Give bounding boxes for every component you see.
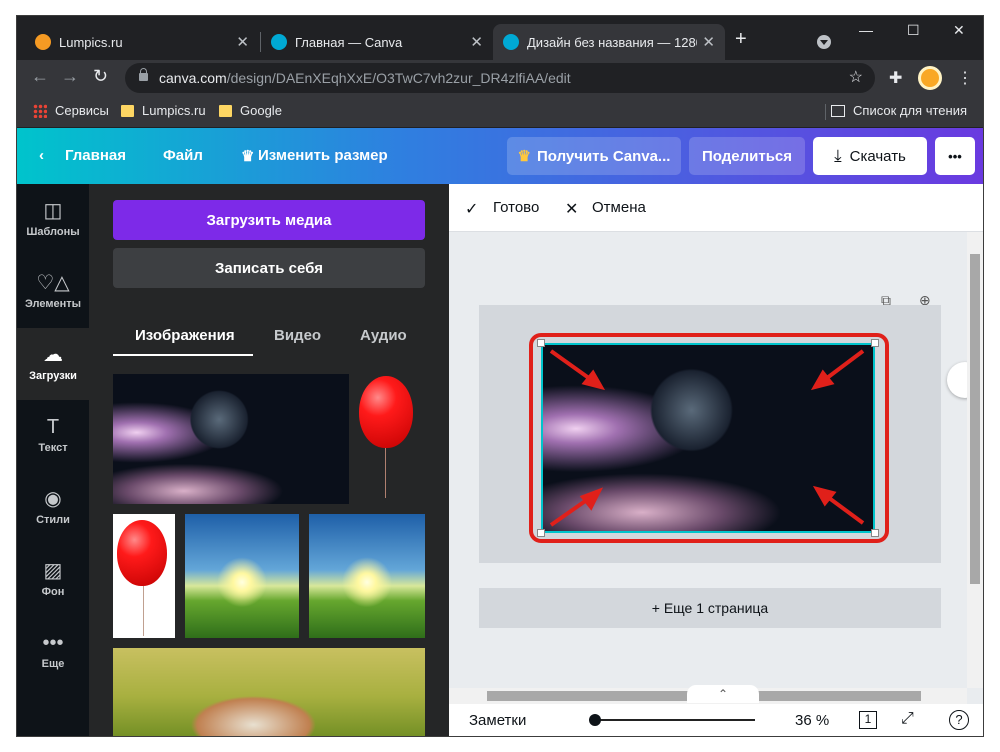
browser-menu-icon[interactable]: ⋮: [957, 68, 973, 88]
done-button[interactable]: Готово: [493, 199, 539, 216]
rail-background[interactable]: ▨ Фон: [17, 544, 89, 616]
elements-icon: ♡△: [36, 272, 70, 294]
canva-favicon-icon: [271, 34, 287, 50]
get-canva-pro-button[interactable]: ♛ Получить Canva...: [507, 137, 681, 175]
bookmark-lumpics[interactable]: Lumpics.ru: [121, 103, 206, 118]
upload-thumb-field-2[interactable]: [309, 514, 425, 638]
crown-icon: ♛: [517, 148, 531, 165]
bookmark-services[interactable]: Сервисы: [33, 103, 109, 118]
expand-pages-icon[interactable]: ⌃: [687, 685, 759, 703]
minimize-icon[interactable]: —: [859, 22, 873, 38]
canva-header: ‹ Главная Файл ♛ Изменить размер ♛ Получ…: [17, 128, 983, 184]
browser-window: Lumpics.ru ✕ Главная — Canva ✕ Дизайн бе…: [17, 16, 983, 736]
share-button[interactable]: Поделиться: [689, 137, 805, 175]
active-tab-indicator: [113, 354, 253, 356]
uploads-icon: ☁: [43, 344, 63, 366]
editor-area: ✓ Готово ✕ Отмена ⧉ ⊕ + Еще 1 страница ⌃…: [449, 184, 983, 736]
close-tab-icon[interactable]: ✕: [236, 33, 249, 51]
back-chevron-icon[interactable]: ‹: [39, 147, 44, 164]
download-icon: ⤓: [834, 146, 842, 165]
styles-icon: ◉: [44, 488, 62, 510]
rail-text[interactable]: T Текст: [17, 400, 89, 472]
upload-thumb-balloon[interactable]: [357, 374, 425, 504]
back-icon[interactable]: ←: [31, 66, 49, 87]
add-page-button[interactable]: + Еще 1 страница: [479, 588, 941, 628]
uploads-panel: Загрузить медиа Записать себя Изображени…: [89, 184, 449, 736]
upload-thumb-dog[interactable]: [113, 648, 425, 736]
crop-bar: ✓ Готово ✕ Отмена: [449, 184, 983, 232]
design-page: [479, 305, 941, 563]
folder-icon: [121, 104, 134, 117]
address-bar[interactable]: canva.com/design/DAEnXEqhXxE/O3TwC7vh2zu…: [125, 63, 875, 93]
record-yourself-button[interactable]: Записать себя: [113, 248, 425, 288]
tab-canva-home[interactable]: Главная — Canva ✕: [261, 24, 493, 60]
crown-icon: ♛: [241, 148, 255, 165]
home-link[interactable]: Главная: [65, 147, 126, 164]
check-icon: ✓: [465, 201, 479, 218]
more-icon: •••: [42, 632, 64, 654]
reload-icon[interactable]: ↻: [93, 66, 108, 87]
close-tab-icon[interactable]: ✕: [470, 33, 483, 51]
cancel-button[interactable]: Отмена: [592, 199, 646, 216]
new-tab-icon[interactable]: +: [735, 28, 747, 51]
browser-toolbar: ← → ↻ canva.com/design/DAEnXEqhXxE/O3TwC…: [17, 60, 983, 96]
close-tab-icon[interactable]: ✕: [702, 33, 715, 51]
lock-icon: [139, 68, 148, 81]
page-count-icon[interactable]: 1: [859, 711, 877, 729]
bookmark-star-icon[interactable]: ☆: [849, 63, 863, 93]
cancel-x-icon: ✕: [565, 201, 579, 218]
zoom-level[interactable]: 36 %: [795, 712, 829, 729]
resize-button[interactable]: Изменить размер: [258, 147, 388, 164]
tab-strip: Lumpics.ru ✕ Главная — Canva ✕ Дизайн бе…: [17, 16, 983, 60]
rail-styles[interactable]: ◉ Стили: [17, 472, 89, 544]
forward-icon[interactable]: →: [61, 66, 79, 87]
download-button[interactable]: ⤓ Скачать: [813, 137, 927, 175]
reading-list-icon: [831, 104, 846, 117]
zoom-slider[interactable]: [595, 719, 755, 721]
tab-images[interactable]: Изображения: [135, 327, 235, 344]
fullscreen-icon[interactable]: ⤢: [901, 710, 914, 728]
profile-avatar[interactable]: [918, 66, 942, 90]
templates-icon: ◫: [43, 200, 63, 222]
annotation-arrows: [549, 349, 865, 527]
extensions-icon[interactable]: ✚: [889, 68, 902, 88]
text-icon: T: [46, 416, 60, 438]
bottom-bar: Заметки 36 % 1 ⤢ ?: [449, 704, 983, 736]
apps-grid-icon: [33, 103, 47, 118]
bookmarks-bar: Сервисы Lumpics.ru Google Список для чте…: [17, 96, 983, 128]
canva-favicon-icon: [503, 34, 519, 50]
side-rail: ◫ Шаблоны ♡△ Элементы ☁ Загрузки T Текст…: [17, 184, 89, 736]
upload-media-button[interactable]: Загрузить медиа: [113, 200, 425, 240]
bookmark-google[interactable]: Google: [219, 103, 282, 118]
tab-video[interactable]: Видео: [274, 327, 321, 344]
tab-search-icon[interactable]: [817, 35, 831, 49]
tab-lumpics[interactable]: Lumpics.ru ✕: [25, 24, 259, 60]
rail-templates[interactable]: ◫ Шаблоны: [17, 184, 89, 256]
tab-audio[interactable]: Аудио: [360, 327, 407, 344]
upload-thumb-field-1[interactable]: [185, 514, 299, 638]
lumpics-favicon-icon: [35, 34, 51, 50]
upload-thumb-space[interactable]: [113, 374, 349, 504]
upload-thumb-balloon-white[interactable]: [113, 514, 175, 638]
folder-icon: [219, 104, 232, 117]
rail-more[interactable]: ••• Еще: [17, 616, 89, 688]
reading-list[interactable]: Список для чтения: [831, 103, 967, 118]
tab-canva-design[interactable]: Дизайн без названия — 1280 × ✕: [493, 24, 725, 60]
vertical-scrollbar[interactable]: [967, 232, 983, 688]
background-icon: ▨: [43, 560, 63, 582]
file-menu[interactable]: Файл: [163, 147, 203, 164]
zoom-slider-knob[interactable]: [589, 714, 601, 726]
maximize-icon[interactable]: ☐: [907, 22, 920, 39]
close-window-icon[interactable]: ✕: [953, 22, 965, 39]
help-icon[interactable]: ?: [949, 710, 969, 730]
notes-button[interactable]: Заметки: [469, 712, 526, 729]
rail-uploads[interactable]: ☁ Загрузки: [17, 328, 89, 400]
rail-elements[interactable]: ♡△ Элементы: [17, 256, 89, 328]
more-options-button[interactable]: •••: [935, 137, 975, 175]
